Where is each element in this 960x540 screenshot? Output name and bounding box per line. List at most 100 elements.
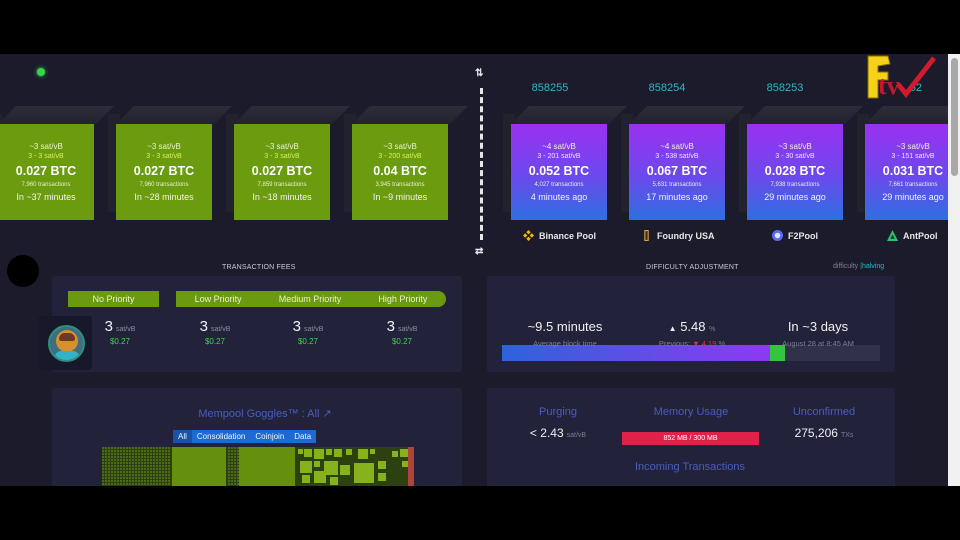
tx-square[interactable] bbox=[114, 447, 116, 449]
difficulty-halving-toggle[interactable]: difficulty |halving bbox=[833, 263, 884, 270]
tx-square[interactable] bbox=[111, 465, 113, 467]
tx-square[interactable] bbox=[108, 459, 110, 461]
mined-block[interactable]: ~4 sat/vB 3 - 201 sat/vB 0.052 BTC 4,027… bbox=[503, 106, 627, 220]
tx-square[interactable] bbox=[147, 480, 149, 482]
tx-square[interactable] bbox=[117, 477, 119, 479]
tx-square[interactable] bbox=[111, 483, 113, 485]
tx-square[interactable] bbox=[159, 483, 161, 485]
tx-square[interactable] bbox=[126, 450, 128, 452]
tx-square[interactable] bbox=[108, 465, 110, 467]
tx-square[interactable] bbox=[105, 453, 107, 455]
tx-square[interactable] bbox=[234, 474, 236, 476]
tx-square[interactable] bbox=[159, 471, 161, 473]
tx-square[interactable] bbox=[392, 451, 398, 457]
tx-square[interactable] bbox=[132, 459, 134, 461]
tx-square[interactable] bbox=[123, 459, 125, 461]
tx-square[interactable] bbox=[102, 468, 104, 470]
tx-square[interactable] bbox=[239, 447, 295, 486]
tx-square[interactable] bbox=[114, 477, 116, 479]
tx-square[interactable] bbox=[108, 453, 110, 455]
tx-square[interactable] bbox=[228, 447, 230, 449]
tx-square[interactable] bbox=[126, 459, 128, 461]
tx-square[interactable] bbox=[156, 447, 158, 449]
tx-square[interactable] bbox=[117, 453, 119, 455]
tx-square[interactable] bbox=[120, 483, 122, 485]
mined-block[interactable]: ~3 sat/vB 3 - 151 sat/vB 0.031 BTC 7,661… bbox=[857, 106, 960, 220]
tx-square[interactable] bbox=[231, 468, 233, 470]
tx-square[interactable] bbox=[165, 456, 167, 458]
block-height[interactable]: 858254 bbox=[614, 82, 720, 94]
tx-square[interactable] bbox=[123, 471, 125, 473]
tx-square[interactable] bbox=[162, 471, 164, 473]
tx-square[interactable] bbox=[129, 474, 131, 476]
tx-square[interactable] bbox=[147, 474, 149, 476]
tx-square[interactable] bbox=[114, 483, 116, 485]
tx-square[interactable] bbox=[153, 456, 155, 458]
mining-pool[interactable]: Foundry USA bbox=[641, 230, 715, 241]
tx-square[interactable] bbox=[117, 459, 119, 461]
tx-square[interactable] bbox=[135, 477, 137, 479]
tx-square[interactable] bbox=[147, 453, 149, 455]
tx-square[interactable] bbox=[231, 450, 233, 452]
tx-square[interactable] bbox=[117, 480, 119, 482]
tx-square[interactable] bbox=[105, 462, 107, 464]
tx-square[interactable] bbox=[120, 468, 122, 470]
tx-square[interactable] bbox=[234, 450, 236, 452]
tx-square[interactable] bbox=[105, 447, 107, 449]
tx-square[interactable] bbox=[123, 447, 125, 449]
tx-square[interactable] bbox=[111, 459, 113, 461]
tx-square[interactable] bbox=[120, 465, 122, 467]
tx-square[interactable] bbox=[150, 471, 152, 473]
tx-square[interactable] bbox=[165, 474, 167, 476]
tx-square[interactable] bbox=[105, 459, 107, 461]
tx-square[interactable] bbox=[105, 474, 107, 476]
tx-square[interactable] bbox=[165, 483, 167, 485]
tx-square[interactable] bbox=[108, 450, 110, 452]
tx-square[interactable] bbox=[314, 461, 320, 467]
tx-square[interactable] bbox=[150, 474, 152, 476]
tx-square[interactable] bbox=[126, 483, 128, 485]
tx-square[interactable] bbox=[156, 462, 158, 464]
tx-square[interactable] bbox=[120, 447, 122, 449]
tx-square[interactable] bbox=[156, 483, 158, 485]
tx-square[interactable] bbox=[138, 462, 140, 464]
tx-square[interactable] bbox=[120, 456, 122, 458]
tx-square[interactable] bbox=[132, 468, 134, 470]
tx-square[interactable] bbox=[147, 450, 149, 452]
tx-square[interactable] bbox=[153, 468, 155, 470]
tx-square[interactable] bbox=[144, 456, 146, 458]
tx-square[interactable] bbox=[234, 471, 236, 473]
tx-square[interactable] bbox=[231, 462, 233, 464]
tx-square[interactable] bbox=[168, 474, 170, 476]
tx-square[interactable] bbox=[114, 459, 116, 461]
tx-square[interactable] bbox=[237, 462, 239, 464]
tx-square[interactable] bbox=[237, 477, 239, 479]
tx-square[interactable] bbox=[129, 468, 131, 470]
tx-square[interactable] bbox=[144, 477, 146, 479]
tx-square[interactable] bbox=[231, 459, 233, 461]
tx-square[interactable] bbox=[144, 450, 146, 452]
tx-square[interactable] bbox=[123, 465, 125, 467]
mining-pool[interactable]: AntPool bbox=[887, 230, 938, 241]
tx-square[interactable] bbox=[144, 447, 146, 449]
tx-square[interactable] bbox=[147, 465, 149, 467]
tx-square[interactable] bbox=[408, 447, 414, 486]
tx-square[interactable] bbox=[237, 474, 239, 476]
tx-square[interactable] bbox=[105, 480, 107, 482]
tx-square[interactable] bbox=[168, 471, 170, 473]
tx-square[interactable] bbox=[228, 462, 230, 464]
tx-square[interactable] bbox=[228, 480, 230, 482]
tx-square[interactable] bbox=[228, 459, 230, 461]
tx-square[interactable] bbox=[108, 480, 110, 482]
tx-square[interactable] bbox=[162, 450, 164, 452]
tx-square[interactable] bbox=[129, 447, 131, 449]
tx-square[interactable] bbox=[234, 483, 236, 485]
tab-data[interactable]: Data bbox=[289, 430, 316, 443]
tx-square[interactable] bbox=[147, 447, 149, 449]
tx-square[interactable] bbox=[324, 461, 338, 475]
tx-square[interactable] bbox=[150, 477, 152, 479]
tx-square[interactable] bbox=[144, 462, 146, 464]
tx-square[interactable] bbox=[129, 483, 131, 485]
tx-square[interactable] bbox=[159, 474, 161, 476]
tx-square[interactable] bbox=[314, 471, 326, 483]
